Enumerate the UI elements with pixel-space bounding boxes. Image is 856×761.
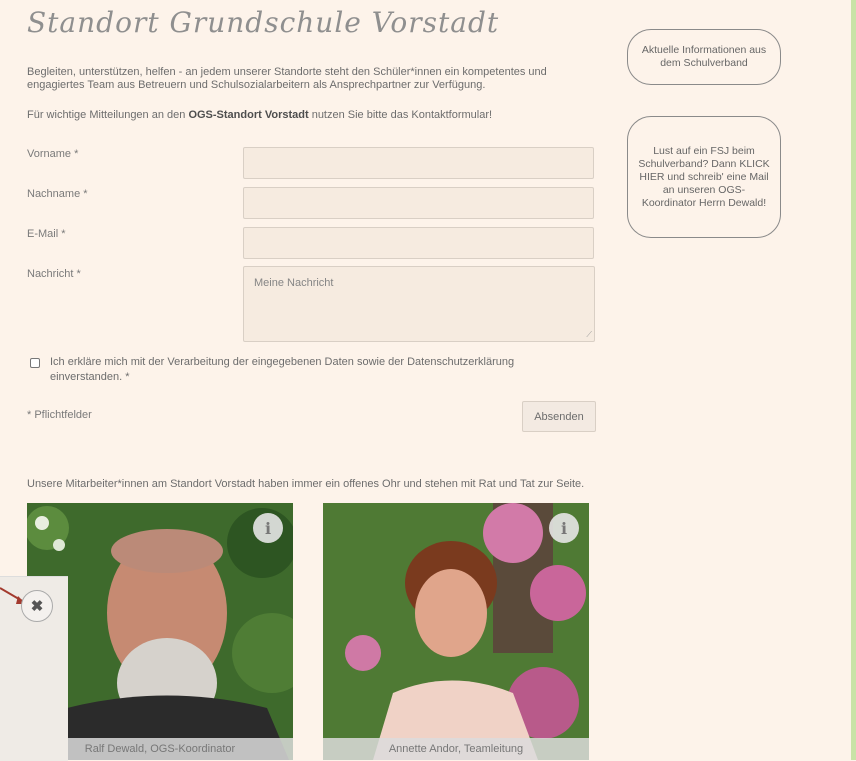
message-placeholder: Meine Nachricht [254, 277, 334, 289]
lastname-label: Nachname * [27, 188, 88, 200]
team-intro: Unsere Mitarbeiter*innen am Standort Vor… [27, 478, 585, 490]
consent-text: Ich erkläre mich mit der Verarbeitung de… [50, 356, 515, 383]
message-label: Nachricht * [27, 268, 81, 280]
staff-caption-2: Annette Andor, Teamleitung [323, 738, 589, 760]
submit-button[interactable]: Absenden [522, 401, 596, 432]
info-icon[interactable]: i [549, 513, 579, 543]
required-note: * Pflichtfelder [27, 409, 92, 421]
resize-handle-icon[interactable]: ⟋ [586, 331, 592, 339]
close-icon[interactable]: ✖ [21, 590, 53, 622]
staff-card-2: i Annette Andor, Teamleitung [323, 503, 589, 760]
consent-checkbox[interactable] [30, 358, 40, 368]
notice-bold: OGS-Standort Vorstadt [188, 109, 309, 121]
right-edge-strip [851, 0, 856, 760]
firstname-field[interactable] [243, 147, 594, 179]
page-title: Standort Grundschule Vorstadt [27, 6, 500, 39]
info-link-button[interactable]: Aktuelle Informationen aus dem Schulverb… [627, 29, 781, 85]
staff-photo-2 [323, 503, 589, 760]
email-label: E-Mail * [27, 228, 66, 240]
email-field[interactable] [243, 227, 594, 259]
lastname-field[interactable] [243, 187, 594, 219]
info-icon[interactable]: i [253, 513, 283, 543]
message-textarea[interactable]: Meine Nachricht ⟋ [243, 266, 595, 342]
fsj-link-button[interactable]: Lust auf ein FSJ beim Schulverband? Dann… [627, 116, 781, 238]
intro-text: Begleiten, unterstützen, helfen - an jed… [27, 66, 547, 91]
contact-notice: Für wichtige Mitteilungen an den OGS-Sta… [27, 109, 493, 121]
firstname-label: Vorname * [27, 148, 79, 160]
